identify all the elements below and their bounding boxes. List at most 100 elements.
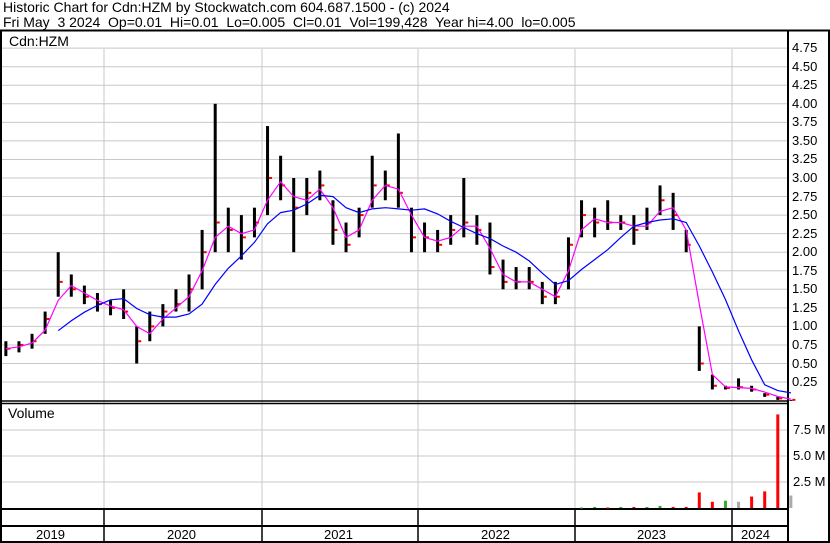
price-bar	[239, 215, 243, 260]
price-bar	[56, 252, 60, 297]
volume-bar	[723, 500, 727, 508]
year-label: 2023	[637, 527, 666, 542]
price-bar	[187, 274, 191, 312]
price-bar	[632, 215, 636, 245]
price-tick-label: 3.00	[792, 170, 818, 185]
price-tick-label: 2.75	[792, 188, 818, 204]
price-bar	[710, 374, 714, 390]
chart-canvas	[0, 29, 830, 543]
price-tick-label: 4.00	[792, 95, 818, 111]
volume-bar	[776, 414, 780, 508]
price-tick-label: 2.00	[792, 244, 818, 260]
price-tick-label: 0.50	[792, 355, 818, 371]
close-tick	[229, 228, 233, 231]
close-tick	[504, 280, 508, 283]
close-tick	[556, 295, 560, 298]
price-tick-label: 1.50	[792, 281, 818, 297]
price-bar	[161, 304, 165, 327]
price-tick-label: 4.75	[792, 40, 818, 56]
price-tick-label: 1.75	[792, 262, 818, 278]
price-bar	[540, 281, 544, 305]
volume-bar	[750, 496, 754, 508]
close-tick	[151, 325, 155, 328]
price-bar	[252, 207, 256, 238]
price-tick-label: 3.25	[792, 151, 818, 167]
volume-bar	[763, 491, 767, 508]
price-bar	[527, 267, 531, 290]
volume-bar	[697, 492, 701, 508]
price-bar	[305, 178, 309, 216]
price-bar	[109, 300, 113, 316]
volume-bar	[645, 506, 649, 508]
price-bar	[292, 178, 296, 253]
stock-chart: Historic Chart for Cdn:HZM by Stockwatch…	[0, 0, 830, 543]
year-label: 2022	[481, 527, 510, 542]
close-tick	[216, 221, 220, 224]
close-tick	[452, 228, 456, 231]
price-bar	[213, 103, 217, 253]
price-bar	[200, 229, 204, 290]
volume-bar	[684, 506, 688, 508]
close-tick	[347, 243, 351, 246]
price-bar	[396, 133, 400, 208]
volume-bar	[606, 507, 610, 509]
year-label: 2019	[36, 527, 65, 542]
price-bar	[553, 281, 557, 305]
close-tick	[596, 221, 600, 224]
symbol-label: Cdn:HZM	[9, 33, 69, 49]
volume-bar	[671, 506, 675, 508]
volume-bar	[710, 501, 714, 508]
close-tick	[569, 243, 573, 246]
close-tick	[465, 221, 469, 224]
price-tick-label: 3.50	[792, 132, 818, 148]
close-tick	[543, 295, 547, 298]
close-tick	[360, 214, 364, 217]
price-bar	[122, 289, 126, 319]
price-bar	[148, 311, 152, 342]
close-tick	[242, 236, 246, 239]
close-tick	[308, 191, 312, 194]
price-bar	[82, 285, 86, 305]
volume-tick-label: 5.0 M	[793, 448, 826, 463]
price-tick-label: 4.50	[792, 58, 818, 74]
price-bar	[789, 399, 793, 401]
price-bar	[135, 326, 139, 364]
close-tick	[635, 228, 639, 231]
volume-bar	[737, 501, 741, 508]
volume-tick-label: 2.5 M	[793, 474, 826, 489]
volume-bar	[580, 507, 584, 509]
volume-bar	[593, 506, 597, 508]
price-tick-label: 4.25	[792, 77, 818, 93]
close-tick	[85, 295, 89, 298]
close-tick	[661, 199, 665, 202]
volume-tick-label: 7.5 M	[793, 422, 826, 437]
price-bar	[95, 293, 99, 312]
price-bar	[279, 155, 283, 201]
close-tick	[72, 288, 76, 291]
close-tick	[583, 214, 587, 217]
price-bar	[449, 215, 453, 245]
close-tick	[164, 310, 168, 313]
price-tick-label: 2.25	[792, 225, 818, 241]
price-bar	[776, 396, 780, 400]
close-tick	[59, 280, 63, 283]
close-tick	[713, 384, 717, 387]
close-tick	[269, 177, 273, 179]
volume-bar	[619, 506, 623, 508]
price-bar	[763, 393, 767, 397]
year-label: 2020	[167, 527, 196, 542]
year-label: 2024	[741, 527, 770, 542]
close-tick	[700, 362, 704, 365]
close-tick	[138, 340, 142, 343]
volume-bar	[789, 495, 793, 508]
price-tick-label: 3.75	[792, 114, 818, 130]
price-bar	[671, 192, 675, 230]
price-bar	[606, 200, 610, 230]
price-bar	[514, 267, 518, 290]
volume-bar	[658, 505, 662, 508]
volume-label: Volume	[8, 405, 55, 421]
close-tick	[203, 251, 207, 254]
price-tick-label: 1.25	[792, 299, 818, 315]
close-tick	[792, 398, 796, 401]
close-tick	[373, 184, 377, 187]
